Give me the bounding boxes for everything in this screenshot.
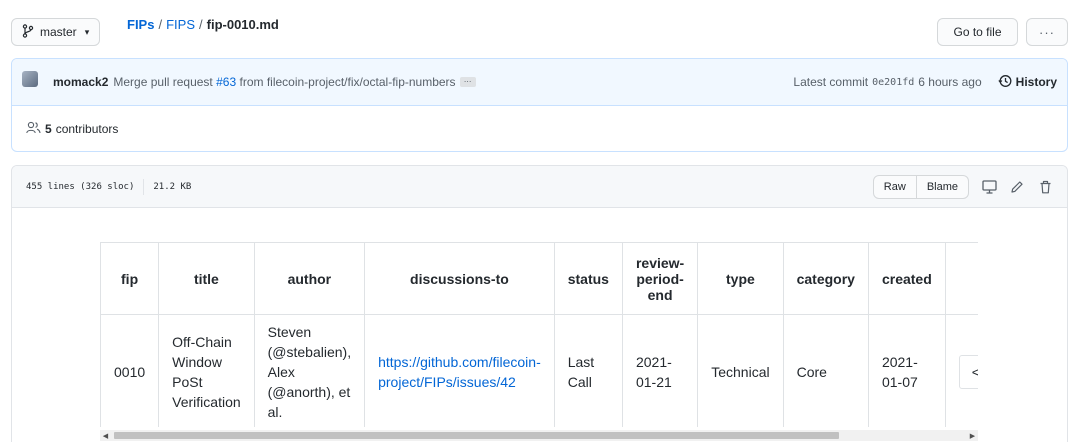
breadcrumb-current-file: fip-0010.md [206,17,279,32]
breadcrumb-repo-link[interactable]: FIPs [127,17,154,32]
file-actions: Raw Blame [872,174,1053,199]
desktop-icon[interactable] [981,179,997,195]
breadcrumb-folder-link[interactable]: FIPS [166,17,195,32]
commit-message-suffix: from filecoin-project/fix/octal-fip-numb… [239,75,456,89]
history-link[interactable]: History [998,74,1057,91]
cell-status: Last Call [553,314,623,427]
column-header-review-period-end: review-period-end [621,242,699,315]
table-row: 0010 Off-Chain Window PoSt Verification … [100,314,978,427]
file-viewer: 455 lines (326 sloc) 21.2 KB Raw Blame f… [11,165,1068,442]
horizontal-scrollbar[interactable]: ◀ ▶ [100,430,978,441]
commit-message-prefix: Merge pull request [113,75,213,89]
cell-review-period-end: 2021-01-21 [621,314,699,427]
divider [143,178,145,195]
expand-commit-message-button[interactable]: … [459,76,476,87]
scrollbar-thumb[interactable] [114,432,839,439]
contributors-row[interactable]: 5 contributors [12,106,1067,151]
scroll-left-icon[interactable]: ◀ [100,430,111,441]
cell-fip: 0010 [100,314,160,427]
file-info: 455 lines (326 sloc) 21.2 KB [26,178,192,195]
cell-discussions-to: https://github.com/filecoin-project/FIPs… [364,314,555,427]
file-size: 21.2 KB [153,181,192,192]
cell-created: 2021-01-07 [867,314,946,427]
cell-spec: <section [944,314,978,427]
markdown-table-container[interactable]: fip title author discussions-to status r… [100,242,978,427]
history-label: History [1015,75,1057,89]
column-header-title: title [158,242,255,315]
breadcrumb-separator: / [158,17,163,32]
commit-author-link[interactable]: momack2 [53,75,108,89]
commit-sha-link[interactable]: 0e201fd [872,77,914,88]
cell-title: Off-Chain Window PoSt Verification [158,314,255,427]
branch-icon [22,23,34,41]
pencil-icon[interactable] [1009,179,1025,195]
scroll-right-icon[interactable]: ▶ [967,430,978,441]
breadcrumb: FIPs / FIPS / fip-0010.md [127,17,279,32]
avatar[interactable] [22,71,38,87]
people-icon [26,121,41,137]
cell-author: Steven (@stebalien), Alex (@anorth), et … [253,314,366,427]
commit-meta: Latest commit 0e201fd 6 hours ago Histor… [793,74,1057,91]
column-header-category: category [782,242,869,315]
contributors-count: 5 [45,122,52,136]
cell-category: Core [782,314,869,427]
column-header-discussions-to: discussions-to [364,242,555,315]
trash-icon[interactable] [1037,179,1053,195]
chevron-down-icon: ▾ [84,26,90,37]
discussions-link[interactable]: https://github.com/filecoin-project/FIPs… [378,354,541,390]
section-tag: <section [958,354,978,389]
table-header-row: fip title author discussions-to status r… [100,242,978,315]
column-header-spec: s [944,242,978,315]
blame-button[interactable]: Blame [916,174,969,199]
pull-request-link[interactable]: #63 [216,75,236,89]
branch-select-button[interactable]: master ▾ [11,18,101,46]
column-header-created: created [867,242,946,315]
cell-type: Technical [697,314,784,427]
history-icon [998,74,1012,91]
branch-label: master [40,25,77,39]
column-header-status: status [553,242,623,315]
file-line-count: 455 lines (326 sloc) [26,181,135,192]
latest-commit-label: Latest commit [793,75,869,89]
latest-commit-row: momack2 Merge pull request #63 from file… [12,59,1067,106]
column-header-fip: fip [100,242,160,315]
commit-info-box: momack2 Merge pull request #63 from file… [11,58,1068,152]
commit-message[interactable]: Merge pull request #63 from filecoin-pro… [113,75,455,89]
more-options-button[interactable]: ··· [1026,18,1068,46]
raw-button[interactable]: Raw [872,174,917,199]
file-header: 455 lines (326 sloc) 21.2 KB Raw Blame [12,166,1067,208]
column-header-author: author [253,242,366,315]
column-header-type: type [697,242,784,315]
commit-time: 6 hours ago [918,75,982,89]
contributors-label: contributors [55,122,119,136]
frontmatter-table: fip title author discussions-to status r… [100,242,978,427]
breadcrumb-separator: / [199,17,203,32]
go-to-file-button[interactable]: Go to file [937,18,1018,46]
